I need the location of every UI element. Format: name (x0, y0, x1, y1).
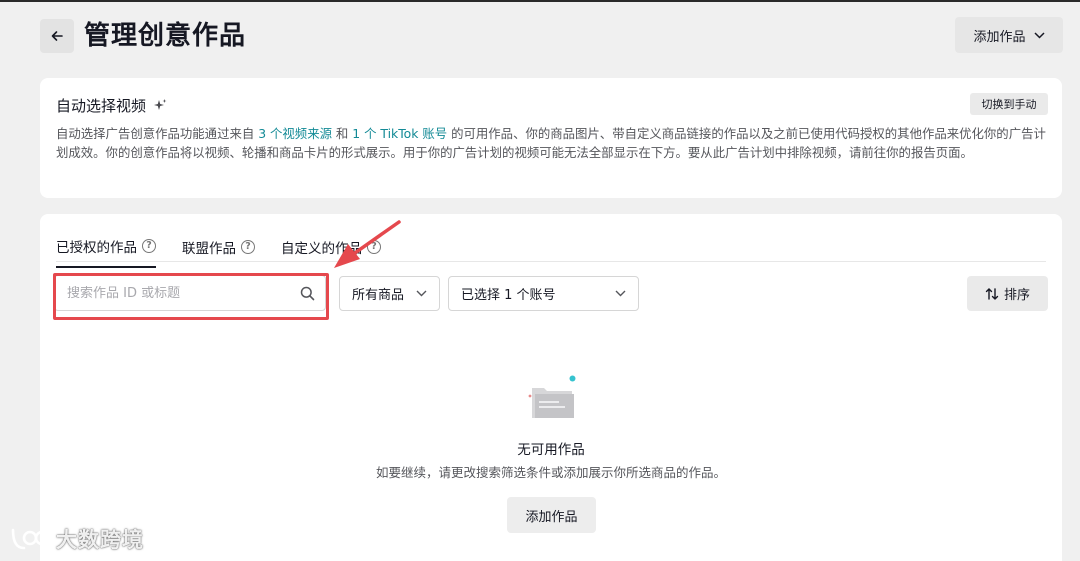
tab-authorized[interactable]: 已授权的作品 ? (56, 236, 156, 268)
page-title: 管理创意作品 (84, 21, 247, 51)
works-tabs: 已授权的作品 ? 联盟作品 ? 自定义的作品 ? (56, 236, 381, 268)
accounts-select-value: 已选择 1 个账号 (461, 288, 556, 303)
top-border (0, 0, 1080, 2)
watermark-text: 大数跨境 (56, 528, 144, 552)
empty-folder-icon (528, 375, 576, 418)
tab-affiliate[interactable]: 联盟作品 ? (182, 236, 255, 268)
add-works-label: 添加作品 (973, 29, 1026, 45)
auto-select-title-text: 自动选择视频 (56, 97, 147, 115)
desc-text-2: 和 (331, 126, 353, 141)
tab-affiliate-label: 联盟作品 (182, 241, 236, 257)
tiktok-accounts-link[interactable]: 1 个 TikTok 账号 (352, 126, 447, 141)
watermark-logo-icon (11, 528, 50, 550)
switch-to-manual-button[interactable]: 切换到手动 (970, 93, 1048, 115)
video-sources-link[interactable]: 3 个视频来源 (258, 126, 332, 141)
help-icon[interactable]: ? (367, 240, 381, 254)
tab-custom[interactable]: 自定义的作品 ? (281, 236, 381, 268)
chevron-down-icon (416, 290, 427, 297)
watermark: 大数跨境 (10, 524, 144, 554)
search-icon[interactable] (300, 286, 315, 301)
products-select-value: 所有商品 (352, 288, 405, 303)
chevron-down-icon (615, 290, 626, 297)
sparkle-icon (154, 98, 167, 110)
add-works-dropdown[interactable]: 添加作品 (955, 17, 1063, 53)
empty-state-title: 无可用作品 (517, 442, 585, 458)
auto-select-title: 自动选择视频 (56, 95, 168, 116)
auto-select-description: 自动选择广告创意作品功能通过来自 3 个视频来源 和 1 个 TikTok 账号… (56, 124, 1052, 162)
arrow-left-icon (51, 31, 63, 41)
tab-authorized-label: 已授权的作品 (56, 240, 137, 256)
products-select[interactable]: 所有商品 (339, 276, 440, 311)
sort-icon (985, 287, 999, 300)
search-input[interactable] (67, 285, 300, 301)
accounts-select[interactable]: 已选择 1 个账号 (448, 276, 639, 311)
auto-select-card: 自动选择视频 切换到手动 自动选择广告创意作品功能通过来自 3 个视频来源 和 … (40, 78, 1062, 198)
empty-state-description: 如要继续，请更改搜索筛选条件或添加展示你所选商品的作品。 (375, 465, 726, 480)
help-icon[interactable]: ? (142, 239, 156, 253)
back-button[interactable] (40, 19, 74, 53)
help-icon[interactable]: ? (241, 240, 255, 254)
sort-button[interactable]: 排序 (967, 276, 1048, 311)
tab-custom-label: 自定义的作品 (281, 241, 362, 257)
tabs-divider (56, 261, 1046, 262)
chevron-down-icon (1033, 31, 1045, 39)
search-box[interactable] (54, 275, 326, 311)
sort-label: 排序 (1003, 288, 1030, 303)
works-card: 已授权的作品 ? 联盟作品 ? 自定义的作品 ? 所有商品 已选择 1 个账号 (40, 214, 1062, 561)
empty-add-works-button[interactable]: 添加作品 (507, 497, 596, 533)
desc-text-1: 自动选择广告创意作品功能通过来自 (56, 126, 259, 141)
